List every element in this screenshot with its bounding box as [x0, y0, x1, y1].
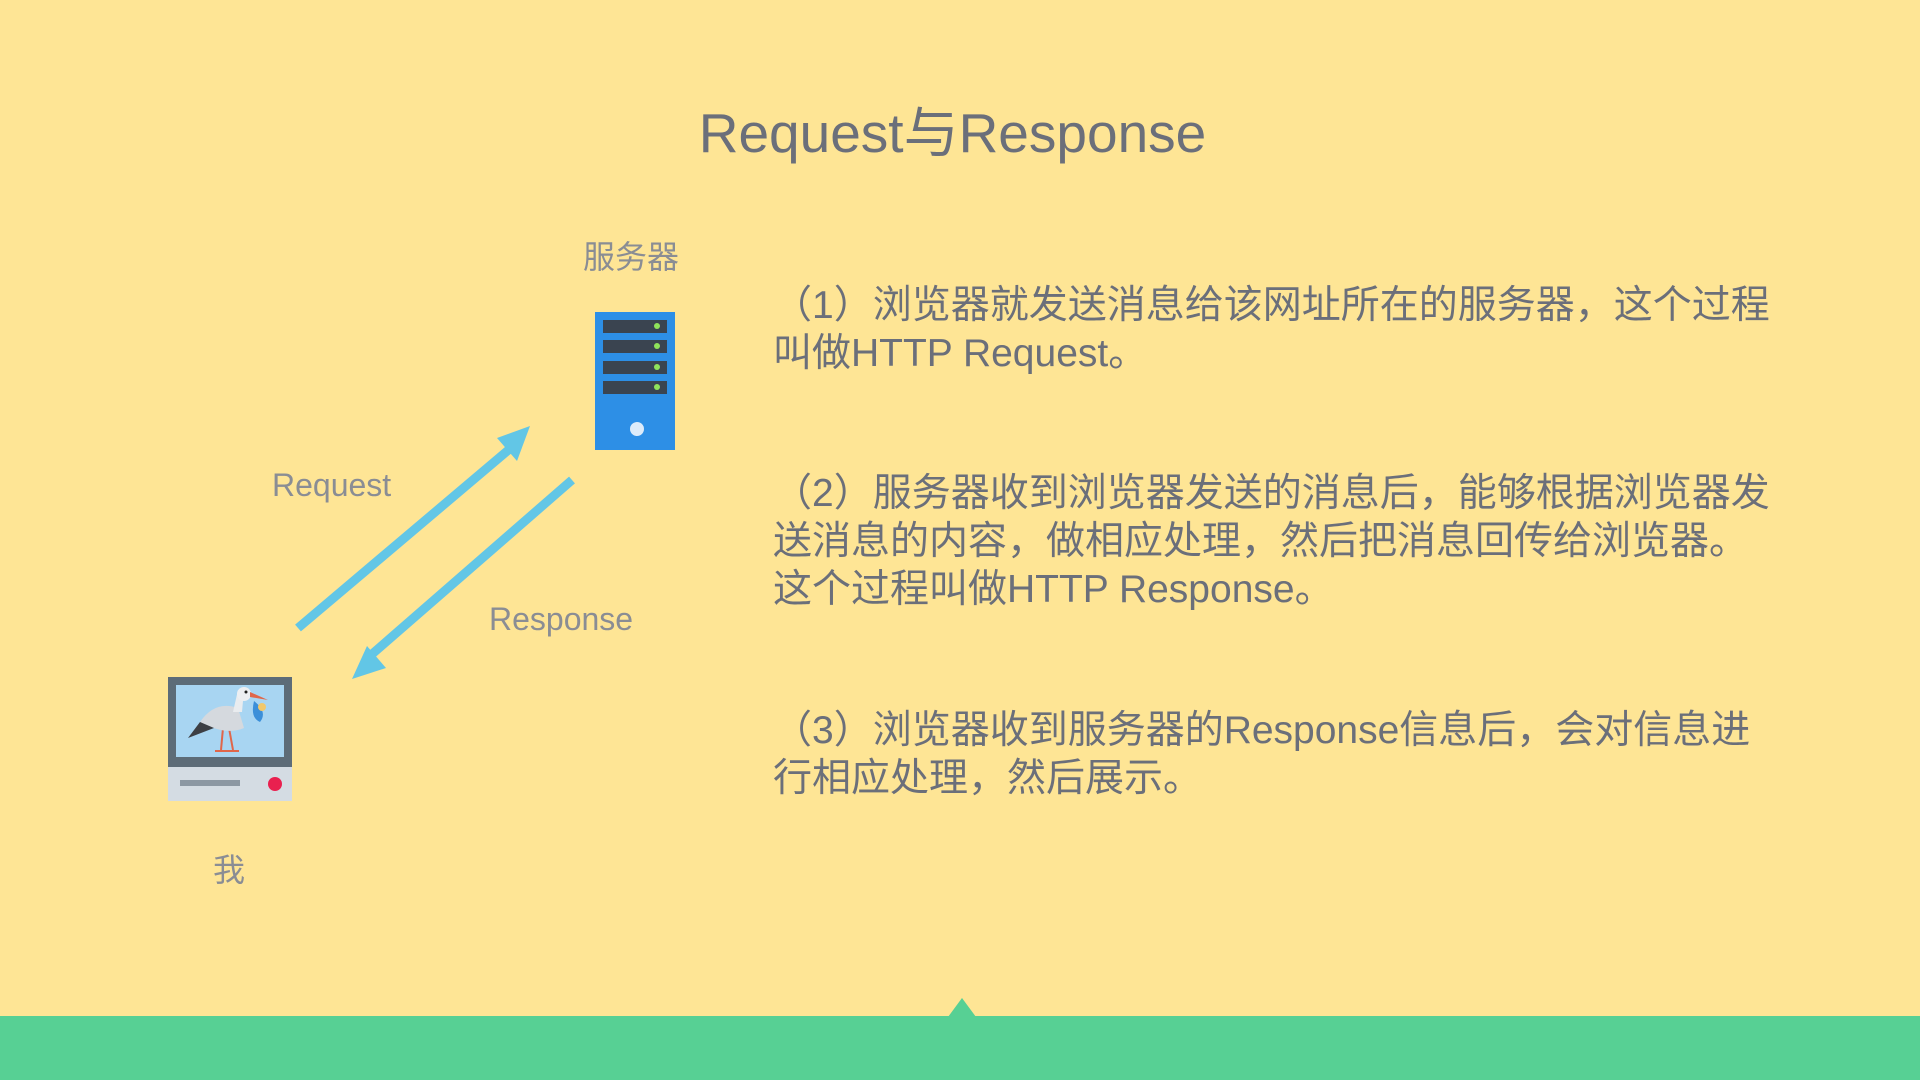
footer-band	[0, 1016, 1920, 1080]
step-2-text-block: （2）服务器收到浏览器发送的消息后，能够根据浏览器发送消息的内容，做相应处理，然…	[773, 470, 1773, 614]
step-1-text-block: （1）浏览器就发送消息给该网址所在的服务器，这个过程叫做HTTP Request…	[773, 282, 1773, 378]
request-label: Request	[272, 467, 392, 503]
step-1-text: （1）浏览器就发送消息给该网址所在的服务器，这个过程叫做HTTP Request…	[773, 284, 1770, 375]
request-arrow	[295, 426, 530, 632]
step-2-text: （2）服务器收到浏览器发送的消息后，能够根据浏览器发送消息的内容，做相应处理，然…	[773, 472, 1770, 611]
response-label: Response	[489, 601, 634, 637]
step-3-text: （3）浏览器收到服务器的Response信息后，会对信息进行相应处理，然后展示。	[773, 709, 1751, 800]
footer-notch	[948, 998, 976, 1017]
step-3-text-block: （3）浏览器收到服务器的Response信息后，会对信息进行相应处理，然后展示。	[773, 707, 1773, 803]
server-icon	[595, 312, 675, 450]
response-arrow	[352, 476, 575, 679]
client-label: 我	[213, 852, 246, 888]
server-label: 服务器	[583, 239, 680, 275]
